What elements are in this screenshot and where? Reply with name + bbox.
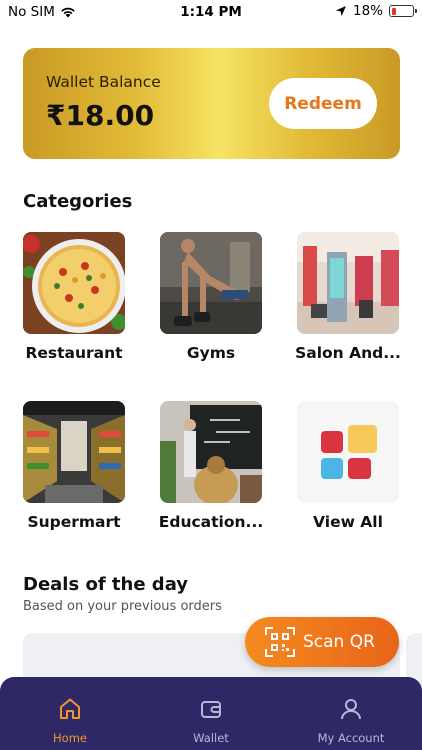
category-label: Education... (158, 513, 264, 531)
wallet-balance-label: Wallet Balance (46, 73, 161, 91)
education-image (160, 401, 262, 503)
deals-subtitle: Based on your previous orders (23, 599, 222, 614)
deals-title: Deals of the day (23, 574, 189, 595)
view-all-tile (297, 401, 399, 503)
category-view-all[interactable]: View All (297, 401, 399, 531)
category-education[interactable]: Education... (159, 401, 263, 531)
supermart-image (23, 401, 125, 503)
nav-label: Wallet (193, 731, 229, 745)
category-label: Salon And... (295, 344, 401, 362)
category-label: Gyms (186, 344, 236, 362)
nav-wallet[interactable]: Wallet (151, 677, 271, 750)
home-icon (60, 698, 80, 719)
wallet-icon (201, 701, 221, 718)
battery-icon (389, 5, 417, 17)
bottom-navigation: Home Wallet My Account (0, 677, 422, 750)
battery-percent: 18% (352, 3, 383, 19)
category-salon[interactable]: Salon And... (295, 232, 401, 362)
categories-title: Categories (23, 191, 133, 212)
nav-label: Home (53, 731, 87, 745)
category-label: View All (313, 513, 383, 531)
status-bar: No SIM 1:14 PM 18% (0, 0, 422, 24)
gyms-image (160, 232, 262, 334)
scan-qr-button[interactable]: Scan QR (245, 617, 399, 667)
restaurant-image (23, 232, 125, 334)
location-arrow-icon (335, 6, 346, 16)
grid-icon (321, 425, 377, 479)
nav-label: My Account (317, 731, 385, 745)
wallet-balance-card: Wallet Balance ₹18.00 Redeem (23, 48, 400, 159)
status-bar-right: 18% (335, 3, 417, 19)
nav-my-account[interactable]: My Account (291, 677, 411, 750)
nav-home[interactable]: Home (10, 677, 130, 750)
qr-code-icon (265, 627, 295, 657)
category-restaurant[interactable]: Restaurant (23, 232, 125, 362)
category-label: Restaurant (25, 344, 123, 362)
category-supermart[interactable]: Supermart (23, 401, 125, 531)
redeem-button[interactable]: Redeem (269, 78, 377, 129)
wallet-balance-amount: ₹18.00 (46, 99, 155, 132)
user-icon (341, 699, 361, 720)
salon-image (297, 232, 399, 334)
category-gyms[interactable]: Gyms (160, 232, 262, 362)
category-label: Supermart (27, 513, 121, 531)
battery-level-fill (391, 7, 396, 15)
scan-qr-label: Scan QR (303, 632, 375, 652)
